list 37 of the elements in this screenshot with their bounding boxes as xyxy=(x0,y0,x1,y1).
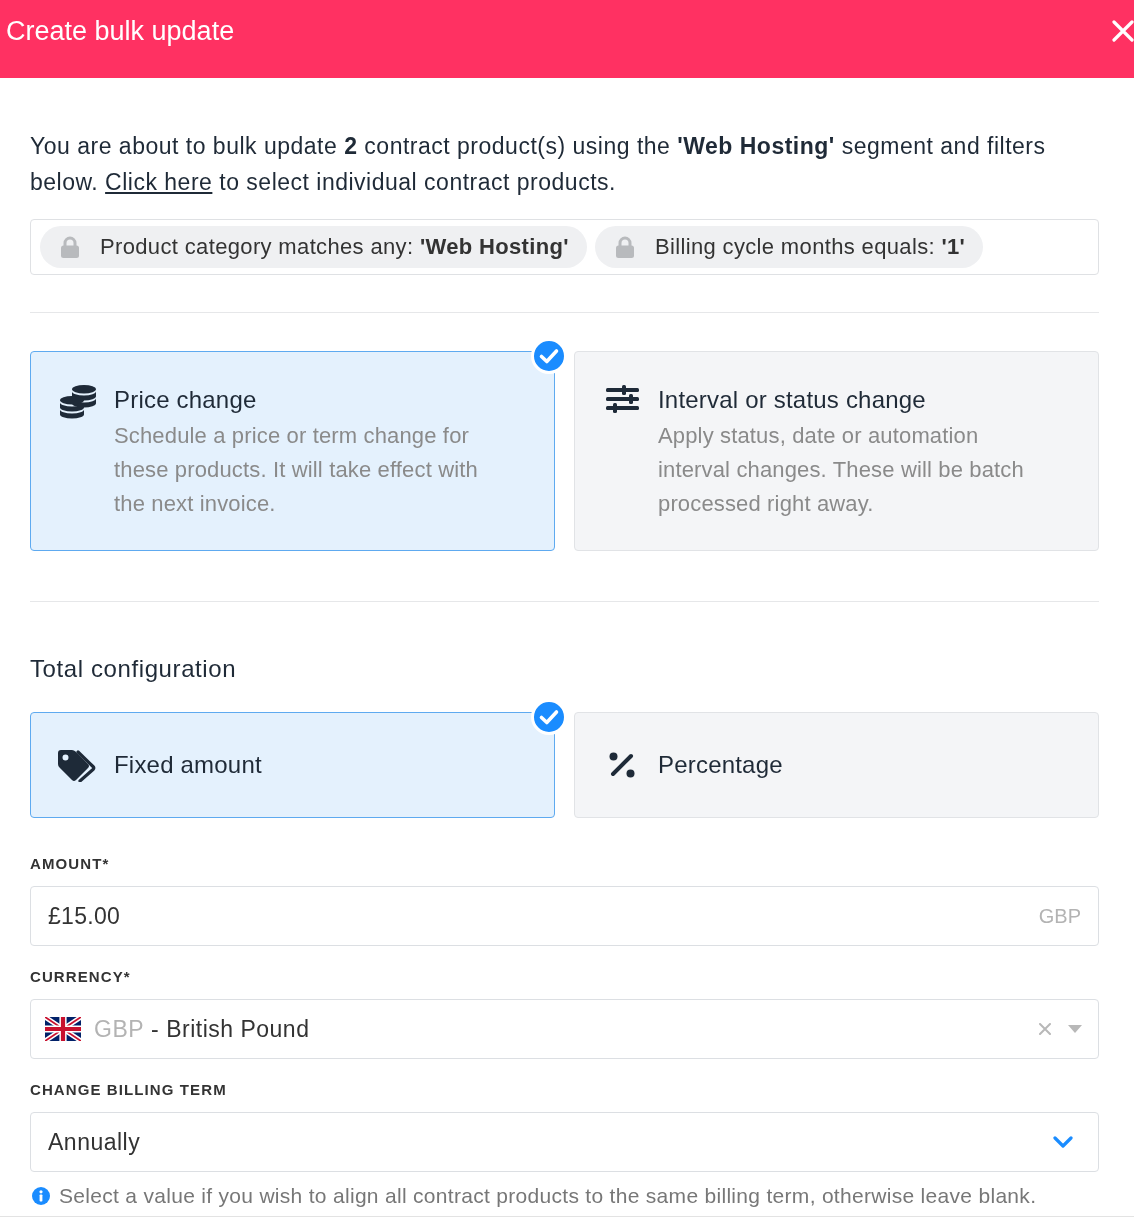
check-icon xyxy=(531,338,567,374)
check-icon xyxy=(531,699,567,735)
intro-text: You are about to bulk update 2 contract product(s) using the 'Web Hosting' segment and filters below. Click here to select individual contract products. xyxy=(30,132,1047,197)
option-card[interactable]: Percentage xyxy=(574,712,1099,818)
currency-suffix: GBP xyxy=(1038,905,1081,927)
lock-icon xyxy=(60,236,80,258)
coins-icon xyxy=(60,385,96,419)
currency-code: GBP xyxy=(94,1015,145,1043)
info-icon xyxy=(32,1187,50,1205)
card-description: Schedule a price or term change for these products. It will take effect with the next invoice. xyxy=(114,422,479,518)
field-label: CHANGE BILLING TERM xyxy=(30,1080,228,1100)
field-label: CURRENCY* xyxy=(30,967,132,987)
billing-term-select[interactable]: Annually xyxy=(30,1112,1099,1172)
close-icon[interactable] xyxy=(1112,20,1134,42)
uk-flag-icon xyxy=(45,1017,81,1041)
select-products-link[interactable]: Click here xyxy=(105,169,213,195)
filter-chip: Billing cycle months equals: '1' xyxy=(594,226,984,268)
clear-icon[interactable] xyxy=(1039,1023,1051,1035)
card-title: Price change xyxy=(114,385,258,415)
section-heading: Total configuration xyxy=(30,654,238,684)
card-description: Apply status, date or automation interval changes. These will be batch processed right away. xyxy=(658,422,1025,518)
currency-name: - British Pound xyxy=(151,1015,310,1043)
tags-icon xyxy=(58,748,98,782)
update-type-card[interactable]: Price change Schedule a price or term change for these products. It will take effect with the next invoice. xyxy=(30,351,555,551)
percent-icon xyxy=(609,752,635,778)
caret-icon[interactable] xyxy=(1068,1025,1082,1033)
lock-icon xyxy=(614,236,635,258)
modal-title: Create bulk update xyxy=(6,16,235,46)
card-title: Interval or status change xyxy=(658,385,927,415)
currency-select[interactable]: GBP - British Pound xyxy=(30,999,1099,1059)
sliders-icon xyxy=(605,385,639,413)
chevron-down-icon xyxy=(1053,1136,1073,1148)
filter-chip: Product category matches any: 'Web Hosting' xyxy=(40,226,587,268)
option-card[interactable]: Fixed amount xyxy=(30,712,555,818)
field-label: AMOUNT* xyxy=(30,854,111,874)
update-type-card[interactable]: Interval or status change Apply status, date or automation interval changes. These will be batch processed right away. xyxy=(574,351,1099,551)
help-text: Select a value if you wish to align all contract products to the same billing term, otherwise leave blank. xyxy=(59,1183,1037,1209)
